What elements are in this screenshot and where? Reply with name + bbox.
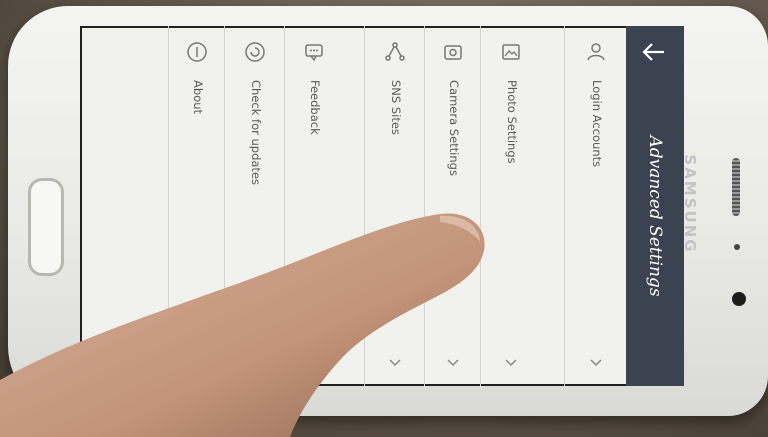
person-icon	[587, 43, 605, 61]
front-camera	[732, 292, 746, 306]
sensor-dot	[734, 244, 740, 250]
menu-item-label: Photo Settings	[505, 80, 519, 164]
camera-icon	[444, 45, 462, 60]
menu-item-login-accounts[interactable]: Login Accounts	[564, 26, 627, 386]
share-icon	[385, 42, 405, 61]
refresh-icon	[245, 42, 265, 62]
chevron-down-icon	[389, 359, 401, 367]
menu-item-label: SNS Sites	[389, 80, 403, 135]
app-bar: Advanced Settings	[626, 26, 684, 386]
menu-item-label: Login Accounts	[590, 80, 604, 168]
menu-item-feedback[interactable]: Feedback	[284, 26, 343, 386]
phone-screen: About Check for updates Feedback SNS Sit…	[80, 26, 684, 386]
chevron-down-icon	[590, 359, 602, 367]
menu-item-label: Camera Settings	[447, 80, 461, 176]
menu-item-label: About	[191, 80, 205, 115]
image-icon	[502, 44, 520, 60]
menu-item-label: Feedback	[308, 80, 322, 135]
earpiece-grille	[732, 158, 740, 216]
menu-item-photo-settings[interactable]: Photo Settings	[480, 26, 541, 386]
menu-item-label: Check for updates	[249, 80, 263, 186]
chevron-down-icon	[447, 359, 459, 367]
menu-item-camera-settings[interactable]: Camera Settings	[424, 26, 481, 386]
menu-item-about[interactable]: About	[168, 26, 225, 386]
menu-item-sns-sites[interactable]: SNS Sites	[364, 26, 425, 386]
menu-item-check-updates[interactable]: Check for updates	[224, 26, 285, 386]
chevron-down-icon	[505, 359, 517, 367]
info-icon	[187, 42, 207, 62]
home-button[interactable]	[28, 178, 64, 276]
arrow-left-icon[interactable]	[638, 36, 670, 68]
chat-bubble-icon	[305, 44, 323, 62]
page-title: Advanced Settings	[645, 135, 665, 297]
